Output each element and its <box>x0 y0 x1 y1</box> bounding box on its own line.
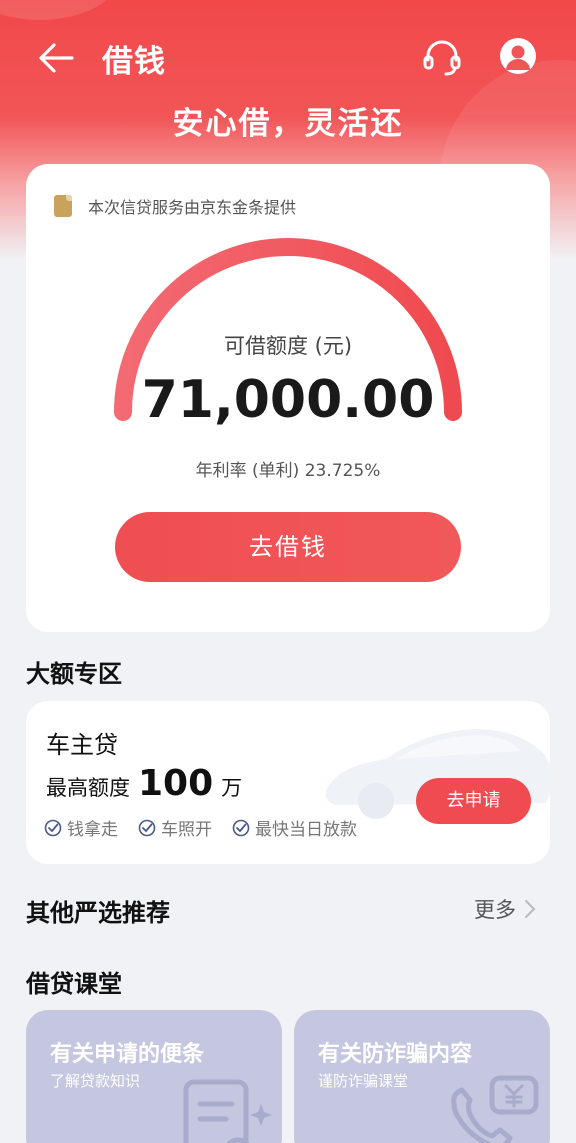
top-bar: 借钱 <box>0 28 576 84</box>
feature-text: 钱拿走 <box>67 820 118 840</box>
section-title-class: 借贷课堂 <box>26 970 122 998</box>
headset-icon[interactable] <box>420 36 464 80</box>
slogan: 安心借，灵活还 <box>172 106 404 142</box>
phone-yuan-icon <box>451 1075 539 1143</box>
section-title-large: 大额专区 <box>26 660 122 688</box>
section-title-other: 其他严选推荐 <box>26 899 170 927</box>
avatar-icon[interactable] <box>500 38 536 74</box>
class-card-title: 有关申请的便条 <box>50 1042 205 1067</box>
feature-item: 钱拿走 <box>44 815 118 840</box>
class-card-title: 有关防诈骗内容 <box>318 1042 473 1067</box>
check-circle-icon <box>138 819 156 836</box>
feature-text: 最快当日放款 <box>255 820 357 840</box>
car-loan-card[interactable]: 车主贷 最高额度 100 万 钱拿走 车照开 最快当日放款 去申请 <box>26 701 550 864</box>
feature-item: 最快当日放款 <box>232 815 357 840</box>
document-icon <box>183 1079 272 1143</box>
quota-amount: 71,000.00 <box>141 370 435 430</box>
class-card-anti-fraud[interactable]: 有关防诈骗内容 谨防诈骗课堂 <box>294 1010 550 1143</box>
loan-quota-card: 本次信贷服务由京东金条提供 可借额度 (元) 71,000.00 年利率 (单利… <box>26 164 550 632</box>
chevron-right-icon <box>525 900 536 918</box>
more-link[interactable]: 更多 <box>474 894 536 924</box>
product-quota: 最高额度 100 万 <box>46 763 242 804</box>
product-name: 车主贷 <box>46 731 118 759</box>
feature-item: 车照开 <box>138 815 212 840</box>
quota-value: 100 <box>138 763 214 804</box>
provider-text: 本次信贷服务由京东金条提供 <box>88 198 297 217</box>
class-card-subtitle: 了解贷款知识 <box>50 1072 141 1090</box>
feature-list: 钱拿走 车照开 最快当日放款 <box>44 815 377 840</box>
quota-label: 最高额度 <box>46 776 130 800</box>
decor-circle <box>0 0 120 20</box>
class-card-application[interactable]: 有关申请的便条 了解贷款知识 <box>26 1010 282 1143</box>
check-circle-icon <box>44 819 62 836</box>
class-card-subtitle: 谨防诈骗课堂 <box>318 1072 409 1090</box>
quota-unit: 万 <box>221 776 243 800</box>
borrow-button[interactable]: 去借钱 <box>115 512 461 582</box>
jd-jintiao-logo-icon <box>54 195 72 217</box>
back-arrow-icon[interactable] <box>36 38 76 78</box>
interest-rate: 年利率 (单利) 23.725% <box>195 461 381 481</box>
page-title: 借钱 <box>102 44 166 80</box>
check-circle-icon <box>232 819 250 836</box>
apply-button[interactable]: 去申请 <box>416 778 531 824</box>
feature-text: 车照开 <box>161 820 212 840</box>
quota-label: 可借额度 (元) <box>223 334 353 358</box>
more-label: 更多 <box>474 898 516 922</box>
provider-info: 本次信贷服务由京东金条提供 <box>54 194 296 218</box>
